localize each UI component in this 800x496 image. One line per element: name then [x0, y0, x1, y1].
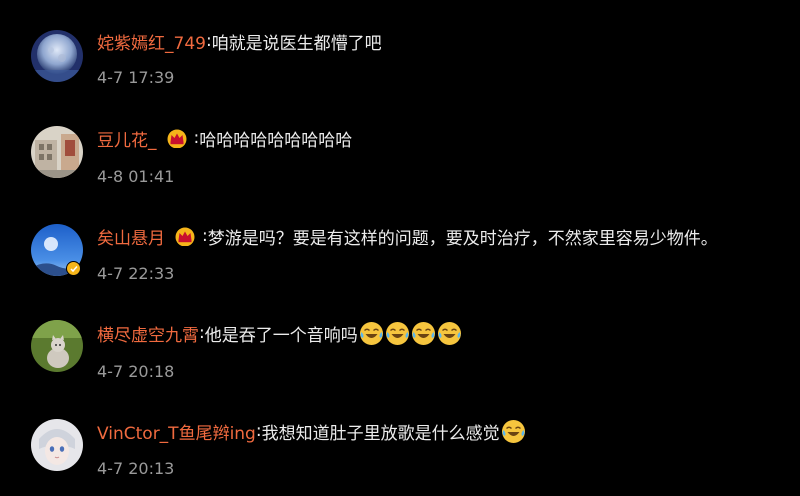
- laugh-cry-emoji-icon: [359, 321, 384, 346]
- comment-username[interactable]: 矣山悬月: [97, 224, 165, 249]
- anime-avatar[interactable]: [31, 419, 83, 471]
- laugh-cry-emoji-icon: [437, 321, 462, 346]
- moon-avatar[interactable]: [31, 30, 83, 82]
- comment-text: 咱就是说医生都懵了吧: [211, 33, 382, 54]
- comment-username[interactable]: 横尽虚空九霄: [97, 321, 199, 346]
- comment-time: 4-7 20:18: [97, 362, 175, 381]
- comment-item: VinCtor_T鱼尾辫ing: 我想知道肚子里放歌是什么感觉 4-7 20:13: [0, 390, 800, 488]
- comment-time: 4-7 22:33: [97, 264, 175, 283]
- laugh-cry-emoji-icon: [501, 419, 526, 444]
- comment-time: 4-7 17:39: [97, 68, 175, 87]
- comment-item: 矣山悬月 : 梦游是吗？要是有这样的问题，要及时治疗，不然家里容易少物件。 4-7…: [0, 195, 800, 293]
- laugh-cry-emoji-icon: [385, 321, 410, 346]
- comment-username[interactable]: VinCtor_T鱼尾辫ing: [97, 419, 256, 444]
- cat-avatar[interactable]: [31, 320, 83, 372]
- comment-item: 姹紫嫣红_749: 咱就是说医生都懵了吧 4-7 17:39: [0, 0, 800, 98]
- comment-username[interactable]: 姹紫嫣红_749: [97, 29, 206, 54]
- building-avatar[interactable]: [31, 126, 83, 178]
- comment-time: 4-8 01:41: [97, 167, 175, 186]
- crown-icon: [166, 128, 188, 148]
- laugh-cry-emoji-icon: [411, 321, 436, 346]
- comment-text: 哈哈哈哈哈哈哈哈哈: [199, 130, 353, 151]
- crown-icon: [174, 226, 196, 246]
- comment-text: 梦游是吗？要是有这样的问题，要及时治疗，不然家里容易少物件。: [207, 228, 718, 249]
- comment-item: 横尽虚空九霄: 他是吞了一个音响吗 4-7 20:18: [0, 292, 800, 390]
- verified-badge-icon: [66, 261, 81, 276]
- comment-time: 4-7 20:13: [97, 459, 175, 478]
- comment-username[interactable]: 豆儿花_: [97, 126, 157, 151]
- comment-text: 我想知道肚子里放歌是什么感觉: [261, 423, 500, 444]
- comment-item: 豆儿花_ : 哈哈哈哈哈哈哈哈哈 4-8 01:41: [0, 97, 800, 195]
- comment-text: 他是吞了一个音响吗: [204, 325, 358, 346]
